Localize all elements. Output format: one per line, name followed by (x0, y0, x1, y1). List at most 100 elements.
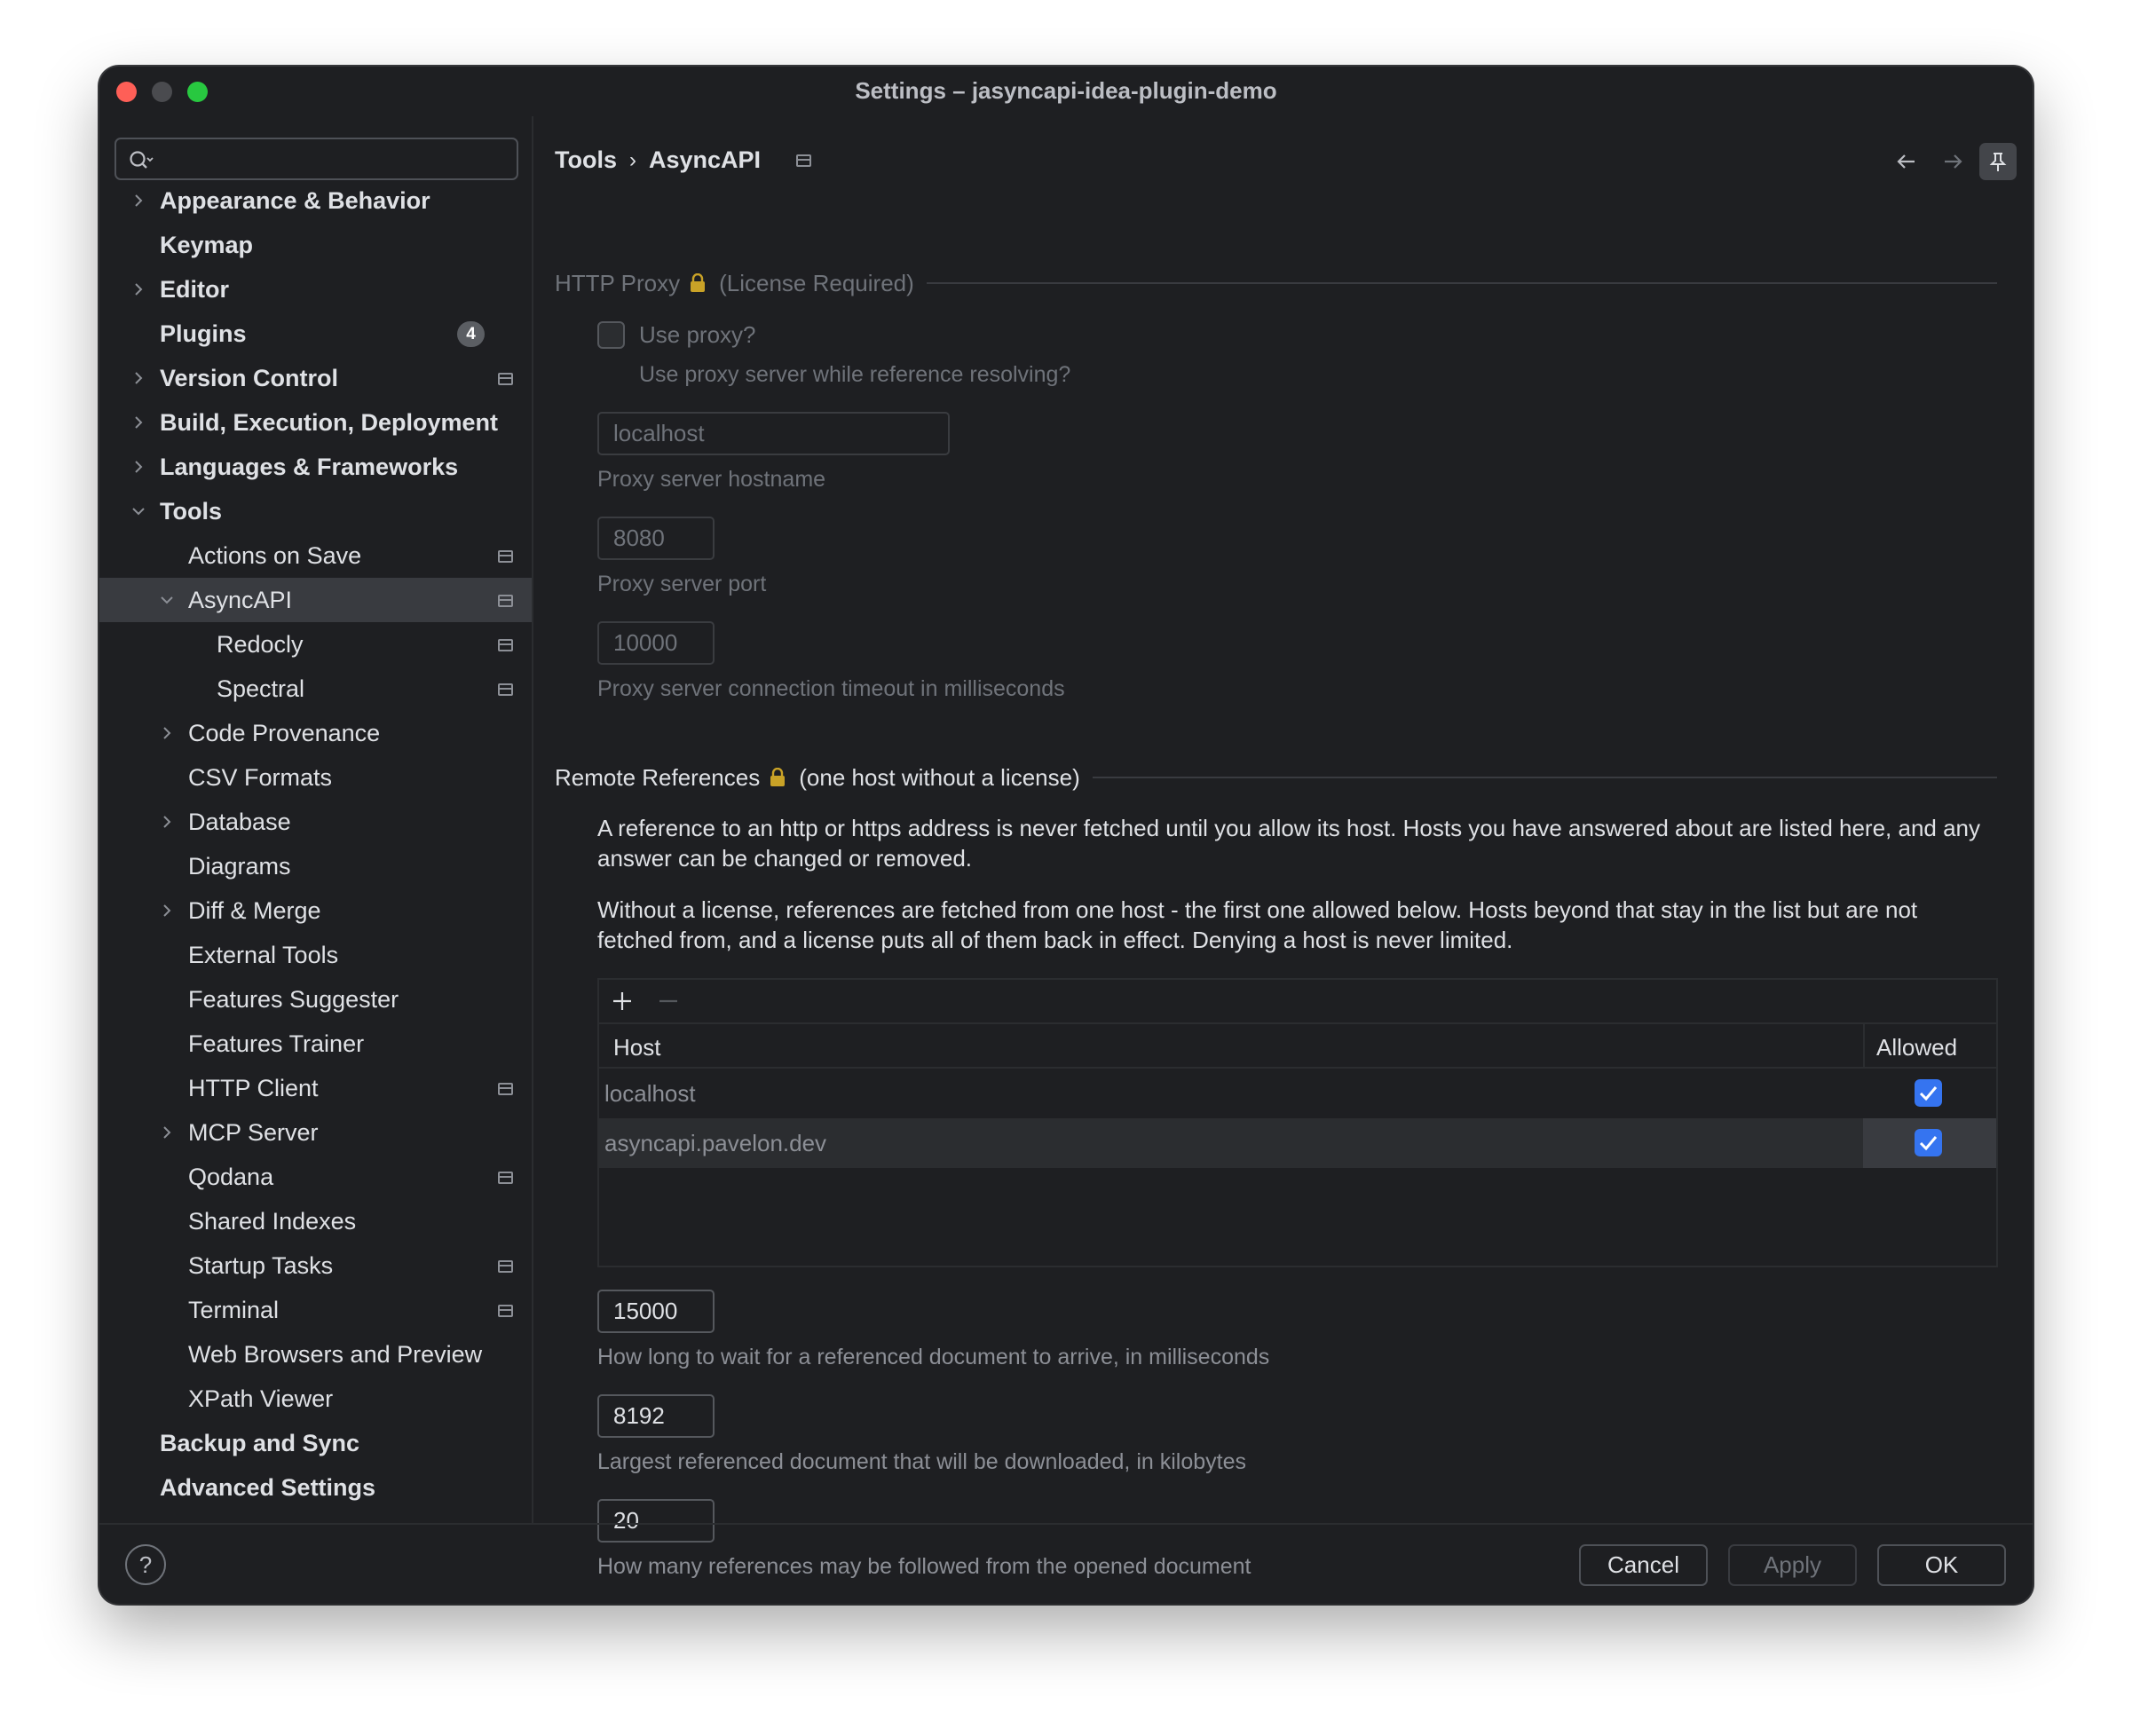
allowed-checkbox[interactable] (1915, 1079, 1942, 1107)
sidebar-item-label: HTTP Client (188, 1075, 319, 1101)
use-proxy-checkbox[interactable] (597, 321, 625, 349)
sidebar-item[interactable]: Diff & Merge (99, 888, 532, 933)
max-size-field[interactable]: 8192 (597, 1394, 715, 1438)
sidebar-item[interactable]: Version Control (99, 356, 532, 400)
project-level-icon (498, 550, 513, 563)
sidebar-item[interactable]: Plugins 4 (99, 312, 532, 356)
proxy-port-field[interactable]: 8080 (597, 517, 715, 560)
sidebar-item-label: Plugins (160, 320, 247, 347)
max-size-hint: Largest referenced document that will be… (597, 1449, 1246, 1474)
host-column-header[interactable]: Host (613, 1034, 660, 1061)
sidebar-item[interactable]: Features Suggester (99, 977, 532, 1022)
chevron-right-icon[interactable] (158, 902, 176, 919)
chevron-right-icon[interactable] (158, 1124, 176, 1141)
sidebar-item-label: CSV Formats (188, 764, 333, 791)
breadcrumb-current: AsyncAPI (649, 146, 762, 173)
sidebar-item-label: Advanced Settings (160, 1474, 376, 1501)
sidebar-item[interactable]: Terminal (99, 1288, 532, 1332)
chevron-right-icon[interactable] (130, 458, 147, 476)
wait-timeout-field[interactable]: 15000 (597, 1290, 715, 1333)
sidebar-item[interactable]: XPath Viewer (99, 1377, 532, 1421)
search-input[interactable] (114, 138, 518, 180)
sidebar-item[interactable]: Actions on Save (99, 533, 532, 578)
remote-references-license-description: Without a license, references are fetche… (597, 896, 1918, 953)
apply-button[interactable]: Apply (1728, 1544, 1857, 1586)
sidebar-item-label: Tools (160, 498, 222, 525)
pin-window-button[interactable] (1979, 143, 2017, 180)
sidebar-item-label: XPath Viewer (188, 1385, 334, 1412)
sidebar-item[interactable]: Languages & Frameworks (99, 445, 532, 489)
allowed-column-header[interactable]: Allowed (1876, 1034, 1957, 1061)
sidebar-item-label: Terminal (188, 1297, 280, 1323)
settings-sidebar: Appearance & Behavior Keymap Editor Plugins… (99, 116, 533, 1523)
sidebar-item-label: Startup Tasks (188, 1252, 334, 1279)
chevron-right-icon[interactable] (130, 280, 147, 298)
sidebar-item[interactable]: Spectral (99, 667, 532, 711)
ok-button[interactable]: OK (1877, 1544, 2006, 1586)
back-button[interactable] (1888, 143, 1925, 180)
http-proxy-group-header: HTTP Proxy (License Required) (555, 267, 1997, 299)
proxy-timeout-hint: Proxy server connection timeout in milli… (597, 676, 1065, 701)
settings-content: Tools › AsyncAPI HTTP Proxy (License Req… (535, 116, 2033, 1579)
sidebar-item[interactable]: Qodana (99, 1155, 532, 1199)
project-level-icon (498, 639, 513, 651)
settings-window: Settings – jasyncapi-idea-plugin-demo Ap… (99, 67, 2033, 1604)
checkmark-icon (1919, 1086, 1938, 1101)
sidebar-item[interactable]: Database (99, 800, 532, 844)
chevron-right-icon[interactable] (130, 414, 147, 431)
add-host-button[interactable] (608, 987, 636, 1015)
sidebar-item-label: Database (188, 809, 291, 835)
sidebar-item[interactable]: Backup and Sync (99, 1421, 532, 1465)
sidebar-item[interactable]: Code Provenance (99, 711, 532, 755)
table-row[interactable]: localhost (599, 1069, 1996, 1118)
sidebar-item[interactable]: Build, Execution, Deployment (99, 400, 532, 445)
sidebar-item[interactable]: HTTP Client (99, 1066, 532, 1110)
sidebar-item[interactable]: CSV Formats (99, 755, 532, 800)
forward-button[interactable] (1934, 143, 1971, 180)
lock-icon (770, 768, 786, 786)
chevron-right-icon[interactable] (130, 192, 147, 209)
chevron-down-icon[interactable] (130, 502, 147, 520)
sidebar-item[interactable]: Diagrams (99, 844, 532, 888)
chevron-right-icon[interactable] (158, 724, 176, 742)
project-level-icon (498, 1260, 513, 1273)
group-divider (926, 282, 1997, 284)
breadcrumb: Tools › AsyncAPI (555, 146, 812, 174)
sidebar-item-label: Backup and Sync (160, 1430, 360, 1456)
breadcrumb-parent[interactable]: Tools (555, 146, 617, 174)
help-button[interactable]: ? (125, 1544, 166, 1585)
proxy-timeout-field[interactable]: 10000 (597, 621, 715, 665)
arrow-right-icon (1945, 154, 1962, 169)
sidebar-item[interactable]: Keymap (99, 223, 532, 267)
sidebar-item[interactable]: MCP Server (99, 1110, 532, 1155)
sidebar-item-label: Actions on Save (188, 542, 362, 569)
sidebar-item-label: Code Provenance (188, 720, 381, 746)
window-title: Settings – jasyncapi-idea-plugin-demo (855, 77, 1277, 104)
sidebar-item-label: Version Control (160, 365, 339, 391)
sidebar-item-label: Features Suggester (188, 986, 399, 1013)
sidebar-item[interactable]: AsyncAPI (99, 578, 532, 622)
remote-references-title: Remote References (555, 763, 761, 791)
chevron-right-icon[interactable] (130, 369, 147, 387)
proxy-hostname-field[interactable]: localhost (597, 412, 950, 455)
allowed-cell (1863, 1069, 1996, 1118)
sidebar-item[interactable]: Startup Tasks (99, 1243, 532, 1288)
chevron-down-icon[interactable] (158, 591, 176, 609)
sidebar-item[interactable]: Redocly (99, 622, 532, 667)
sidebar-item-label: Languages & Frameworks (160, 454, 459, 480)
cancel-button[interactable]: Cancel (1579, 1544, 1708, 1586)
sidebar-item[interactable]: Shared Indexes (99, 1199, 532, 1243)
sidebar-item[interactable]: Appearance & Behavior (99, 178, 532, 223)
sidebar-item-label: External Tools (188, 942, 339, 968)
table-row[interactable]: asyncapi.pavelon.dev (599, 1118, 1996, 1168)
sidebar-item[interactable]: External Tools (99, 933, 532, 977)
sidebar-item[interactable]: Editor (99, 267, 532, 312)
title-bar: Settings – jasyncapi-idea-plugin-demo (99, 67, 2033, 116)
sidebar-item[interactable]: Advanced Settings (99, 1465, 532, 1510)
chevron-right-icon[interactable] (158, 813, 176, 831)
allowed-checkbox[interactable] (1915, 1129, 1942, 1156)
sidebar-item[interactable]: Tools (99, 489, 532, 533)
sidebar-item[interactable]: Features Trainer (99, 1022, 532, 1066)
remove-host-button[interactable] (654, 987, 683, 1015)
sidebar-item[interactable]: Web Browsers and Preview (99, 1332, 532, 1377)
